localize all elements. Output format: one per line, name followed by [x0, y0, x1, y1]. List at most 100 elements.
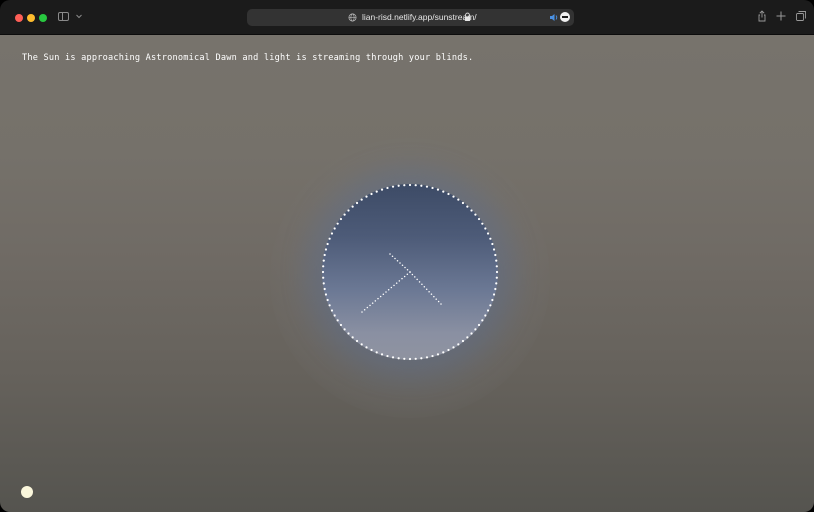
hour-hand-dot: [433, 295, 435, 298]
dial-dot: [431, 186, 434, 190]
minimize-window-button[interactable]: [27, 14, 35, 22]
dial-dot: [436, 353, 440, 356]
dial-dot: [470, 209, 473, 212]
dial-dot: [466, 336, 469, 339]
chevron-down-icon[interactable]: [75, 11, 83, 21]
dial-dot: [343, 213, 346, 216]
dial-dot: [481, 319, 484, 322]
dial-dot: [360, 343, 363, 346]
dial-dot: [425, 185, 429, 188]
dial-dot: [495, 259, 498, 262]
minute-hand-dot: [387, 289, 390, 291]
dial-dot: [491, 298, 494, 302]
plus-icon[interactable]: [775, 10, 787, 22]
dial-dot: [336, 319, 339, 322]
dial-dot: [330, 309, 334, 312]
hour-hand-dot: [425, 288, 428, 290]
dial-dot: [360, 198, 363, 201]
dial-dot: [375, 190, 378, 193]
dial-dot: [494, 287, 497, 291]
sun-indicator[interactable]: [21, 486, 33, 498]
dial-dot: [403, 184, 406, 187]
minute-hand-dot: [390, 286, 393, 289]
dial-dot: [386, 354, 389, 358]
dial-dot: [328, 237, 331, 240]
dial-dot: [474, 328, 477, 331]
hour-hand-dot: [418, 281, 421, 283]
dial-dot: [403, 357, 406, 360]
speaker-icon[interactable]: [549, 13, 559, 22]
minute-hand-dot: [369, 304, 371, 307]
dial-dot: [375, 351, 378, 354]
dial-dot: [474, 213, 477, 216]
dial-dot: [442, 351, 445, 354]
dial-dot: [322, 259, 325, 262]
minute-hand-dot: [393, 284, 395, 287]
dial-dot: [492, 248, 496, 251]
dial-dot: [380, 188, 384, 191]
minute-hand-dot: [371, 302, 374, 304]
dial-dot: [452, 346, 455, 349]
lock-icon: [464, 12, 471, 21]
globe-icon: [348, 13, 357, 22]
share-icon[interactable]: [756, 10, 768, 22]
dial-dot: [326, 242, 329, 246]
dial-dot: [343, 328, 346, 331]
minute-hand-dot: [406, 273, 409, 275]
dial-dot: [397, 184, 400, 187]
minute-hand-dot: [403, 275, 406, 278]
dial-dot: [386, 186, 389, 190]
minute-hand-dot: [395, 282, 398, 284]
dial-dot: [391, 356, 395, 359]
hour-hand-dot: [404, 266, 406, 269]
extension-icon[interactable]: [560, 12, 570, 22]
sidebar-icon[interactable]: [58, 12, 69, 21]
dial-dot: [328, 304, 331, 307]
dial-dot: [442, 190, 445, 193]
minute-hand-dot: [382, 293, 385, 295]
dial-dot: [461, 201, 465, 205]
dial-dot: [330, 232, 334, 235]
dial-dot: [489, 304, 492, 307]
hour-hand-dot: [394, 257, 396, 260]
dial-dot: [333, 314, 336, 317]
tab-overview-icon[interactable]: [795, 10, 807, 22]
dial-dot: [481, 222, 484, 225]
dial-dot: [420, 184, 423, 187]
dial-dot: [457, 198, 460, 201]
close-window-button[interactable]: [15, 14, 23, 22]
dial-dot: [324, 293, 328, 296]
hour-hand-dot: [437, 300, 440, 303]
status-message: The Sun is approaching Astronomical Dawn…: [22, 53, 474, 63]
dial-dot: [495, 265, 498, 268]
zoom-window-button[interactable]: [39, 14, 47, 22]
dial-dot: [491, 242, 494, 246]
dial-dot: [408, 183, 412, 187]
browser-window: lian-risd.netlify.app/sunstream/ The Sun…: [0, 0, 814, 512]
dial-dot: [466, 205, 469, 208]
dial-dot: [452, 195, 455, 198]
dial-dot: [414, 357, 417, 360]
dial-dot: [347, 209, 350, 212]
address-bar[interactable]: lian-risd.netlify.app/sunstream/: [247, 9, 574, 26]
dial-dot: [484, 227, 487, 230]
minute-hand-dot: [379, 295, 382, 298]
hour-hand-dot: [416, 278, 418, 281]
hour-hand-dot: [435, 298, 437, 300]
dial-dot: [484, 314, 487, 317]
dial-dot: [322, 265, 325, 268]
hour-hand-dot: [401, 264, 404, 266]
dial-dot: [420, 357, 423, 360]
minute-hand-dot: [401, 277, 403, 280]
hour-hand-dot: [409, 271, 411, 273]
hour-hand-dot: [391, 255, 394, 257]
dial-dot: [477, 217, 481, 221]
hour-hand-dot: [396, 260, 399, 262]
dial-dot: [324, 248, 328, 251]
dial-dot: [495, 270, 499, 274]
dial-dot: [336, 222, 339, 225]
dial-dot: [495, 276, 498, 279]
clock-dial: [321, 183, 499, 361]
dial-dot: [397, 357, 400, 360]
dial-dot: [365, 195, 368, 198]
